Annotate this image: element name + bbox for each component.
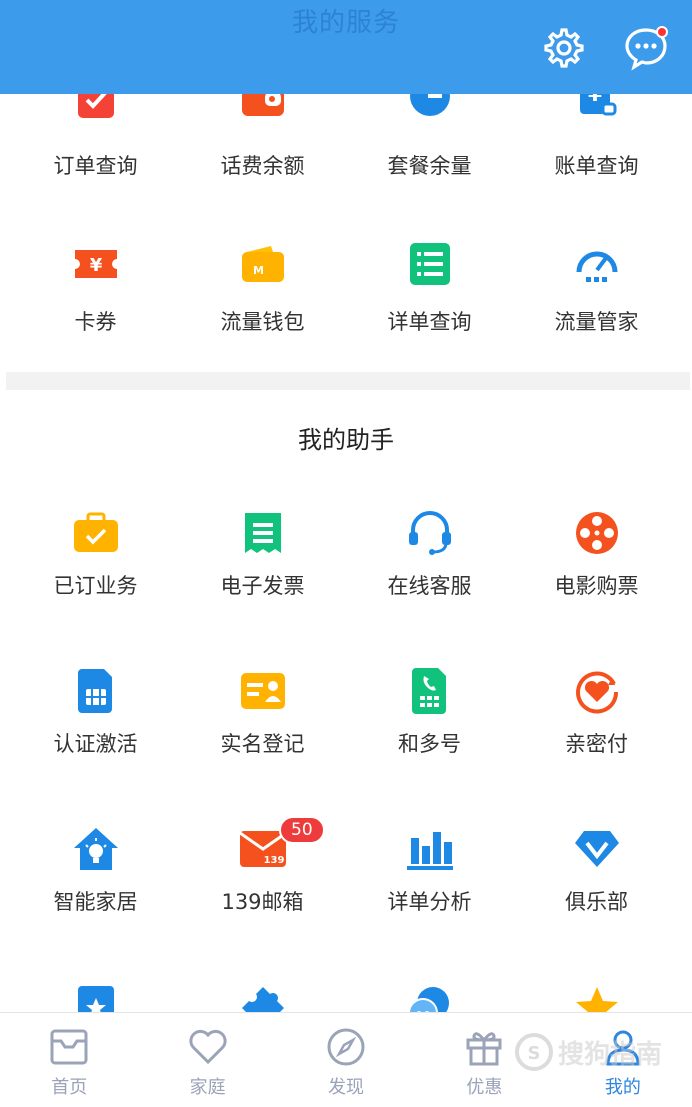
assistant-label: 电影购票 — [554, 574, 639, 598]
assistant-label: 和多号 — [398, 732, 461, 756]
assistant-label: 详单分析 — [387, 890, 472, 914]
smart-home-icon — [71, 824, 121, 874]
assistant-movie-ticket[interactable]: 电影购票 — [513, 500, 680, 658]
assistant-139-mail[interactable]: 139 50 139邮箱 — [179, 816, 346, 974]
unread-count-badge: 50 — [279, 816, 325, 844]
page-title: 我的服务 — [291, 8, 400, 38]
settings-button[interactable] — [540, 24, 588, 72]
tab-family[interactable]: 家庭 — [138, 1013, 276, 1107]
service-label: 话费余额 — [220, 154, 305, 178]
unread-dot — [656, 26, 668, 38]
coupon-ticket-icon: ¥ — [71, 246, 121, 282]
assistant-label: 亲密付 — [565, 732, 628, 756]
svg-text:S: S — [528, 1043, 541, 1064]
assistant-verify-activate[interactable]: 认证激活 — [12, 658, 179, 816]
svg-text:M: M — [253, 264, 264, 277]
assistant-label: 实名登记 — [220, 732, 305, 756]
compass-icon — [324, 1025, 368, 1069]
assistant-detail-analysis[interactable]: 详单分析 — [346, 816, 513, 974]
service-label: 详单查询 — [387, 310, 472, 334]
page: 我的服务 订单查询 话费余额 套餐余量 ¥ 账单查询 ¥ 卡券 M 流量钱包 详… — [0, 0, 692, 1107]
assistant-online-support[interactable]: 在线客服 — [346, 500, 513, 658]
data-wallet-icon: M — [238, 244, 288, 284]
watermark-text: 搜狗指南 — [558, 1039, 663, 1070]
assistant-label: 认证激活 — [53, 732, 138, 756]
service-label: 流量管家 — [554, 310, 639, 334]
bar-chart-icon — [405, 824, 455, 874]
sim-card-icon — [71, 666, 121, 716]
assistant-label: 139邮箱 — [221, 890, 304, 914]
service-label: 流量钱包 — [220, 310, 305, 334]
briefcase-check-icon — [71, 508, 121, 558]
service-detail-list[interactable]: 详单查询 — [346, 182, 513, 340]
assistant-club[interactable]: 俱乐部 — [513, 816, 680, 974]
assistant-label: 在线客服 — [387, 574, 472, 598]
service-label: 订单查询 — [53, 154, 138, 178]
assistant-smart-home[interactable]: 智能家居 — [12, 816, 179, 974]
home-icon — [47, 1025, 91, 1069]
diamond-icon — [572, 824, 622, 874]
tab-home[interactable]: 首页 — [0, 1013, 138, 1107]
service-label: 卡券 — [74, 310, 117, 334]
service-data-manager[interactable]: 流量管家 — [513, 182, 680, 340]
phone-sim-icon — [405, 666, 455, 716]
speedometer-icon — [572, 242, 622, 286]
assistant-section-title: 我的助手 — [298, 426, 394, 454]
id-card-icon — [238, 666, 288, 716]
gear-icon — [544, 28, 584, 68]
assistant-label: 俱乐部 — [565, 890, 628, 914]
tab-label: 发现 — [328, 1077, 365, 1098]
assistant-subscribed-services[interactable]: 已订业务 — [12, 500, 179, 658]
messages-button[interactable] — [622, 24, 670, 72]
watermark-logo-icon: S — [515, 1033, 553, 1071]
heart-icon — [186, 1025, 230, 1069]
assistant-intimate-pay[interactable]: 亲密付 — [513, 658, 680, 816]
watermark: S 搜狗指南 — [514, 1022, 674, 1082]
film-reel-icon — [572, 508, 622, 558]
service-label: 套餐余量 — [387, 154, 472, 178]
service-data-wallet[interactable]: M 流量钱包 — [179, 182, 346, 340]
assistant-label: 智能家居 — [53, 890, 138, 914]
tab-discover[interactable]: 发现 — [277, 1013, 415, 1107]
section-divider — [6, 372, 690, 390]
headset-icon — [405, 508, 455, 558]
svg-text:¥: ¥ — [89, 255, 102, 276]
assistant-multi-number[interactable]: 和多号 — [346, 658, 513, 816]
service-coupon[interactable]: ¥ 卡券 — [12, 182, 179, 340]
list-icon — [405, 242, 455, 286]
service-label: 账单查询 — [554, 154, 639, 178]
header-bar: 我的服务 — [0, 0, 692, 94]
tab-label: 首页 — [51, 1077, 88, 1098]
assistant-realname-register[interactable]: 实名登记 — [179, 658, 346, 816]
assistant-label: 已订业务 — [53, 574, 138, 598]
heart-circle-icon — [572, 666, 622, 716]
mail-icon-text: 139 — [263, 855, 284, 866]
assistant-label: 电子发票 — [220, 574, 305, 598]
gift-icon — [462, 1025, 506, 1069]
tab-label: 家庭 — [189, 1077, 226, 1098]
receipt-icon — [238, 508, 288, 558]
assistant-e-invoice[interactable]: 电子发票 — [179, 500, 346, 658]
